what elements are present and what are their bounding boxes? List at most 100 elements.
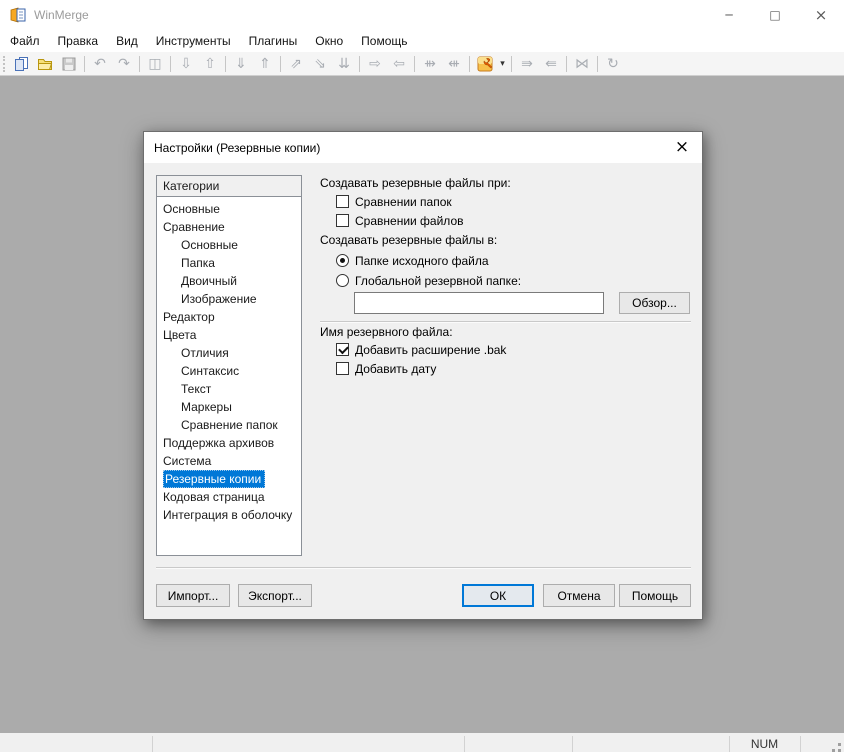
options-wrench-icon[interactable] xyxy=(473,53,497,75)
category-item[interactable]: Синтаксис xyxy=(157,362,301,380)
options-dropdown-icon[interactable]: ▾ xyxy=(497,53,508,75)
checkbox-append-date[interactable]: Добавить дату xyxy=(336,360,436,377)
category-item[interactable]: Маркеры xyxy=(157,398,301,416)
toolbar-separator xyxy=(469,56,470,72)
winmerge-app-icon xyxy=(9,6,27,24)
toolbar: ↶ ↷ ◫ ⇩ ⇧ ⇓ ⇑ ⇗ ⇘ ⇊ ⇨ ⇦ ⇻ ⇺ ▾ ⇛ ⇚ ⋈ xyxy=(0,52,844,76)
toolbar-separator xyxy=(414,56,415,72)
ok-button[interactable]: ОК xyxy=(462,584,534,607)
categories-list: Основные Сравнение Основные Папка Двоичн… xyxy=(156,196,302,556)
dialog-title: Настройки (Резервные копии) xyxy=(154,141,320,155)
category-item[interactable]: Кодовая страница xyxy=(157,488,301,506)
help-button[interactable]: Помощь xyxy=(619,584,691,607)
category-item[interactable]: Система xyxy=(157,452,301,470)
statusbar-divider xyxy=(800,736,801,752)
menu-plugins[interactable]: Плагины xyxy=(240,30,307,52)
menu-tools[interactable]: Инструменты xyxy=(147,30,240,52)
auto-merge-icon[interactable]: ⋈ xyxy=(570,53,594,75)
undo-icon[interactable]: ↶ xyxy=(88,53,112,75)
export-button[interactable]: Экспорт... xyxy=(238,584,312,607)
backup-folder-input[interactable] xyxy=(354,292,604,314)
checkbox-checked-icon xyxy=(336,343,349,356)
menu-view[interactable]: Вид xyxy=(107,30,147,52)
menubar: Файл Правка Вид Инструменты Плагины Окно… xyxy=(0,30,844,52)
num-lock-indicator: NUM xyxy=(729,737,800,751)
copy-left-advance-icon[interactable]: ⇺ xyxy=(442,53,466,75)
radio-icon xyxy=(336,274,349,287)
backup-name-label: Имя резервного файла: xyxy=(320,325,453,339)
toolbar-separator xyxy=(597,56,598,72)
statusbar-divider xyxy=(464,736,465,752)
refresh-icon[interactable]: ↻ xyxy=(601,53,625,75)
menu-edit[interactable]: Правка xyxy=(49,30,108,52)
category-item[interactable]: Основные xyxy=(157,236,301,254)
category-item[interactable]: Основные xyxy=(157,200,301,218)
cancel-button[interactable]: Отмена xyxy=(543,584,615,607)
toolbar-separator xyxy=(566,56,567,72)
category-item[interactable]: Текст xyxy=(157,380,301,398)
statusbar-divider xyxy=(152,736,153,752)
prev-conflict-icon[interactable]: ⇑ xyxy=(253,53,277,75)
minimize-icon[interactable]: ─ xyxy=(706,0,752,30)
open-folder-icon[interactable] xyxy=(33,53,57,75)
new-file-icon[interactable] xyxy=(9,53,33,75)
browse-button[interactable]: Обзор... xyxy=(619,292,690,314)
copy-all-left-icon[interactable]: ⇚ xyxy=(539,53,563,75)
checkbox-icon xyxy=(336,214,349,227)
copy-right-icon[interactable]: ⇨ xyxy=(363,53,387,75)
category-item[interactable]: Цвета xyxy=(157,326,301,344)
category-item[interactable]: Поддержка архивов xyxy=(157,434,301,452)
import-button[interactable]: Импорт... xyxy=(156,584,230,607)
category-item[interactable]: Сравнение папок xyxy=(157,416,301,434)
dialog-close-icon[interactable]: × xyxy=(667,132,697,163)
category-item[interactable]: Двоичный xyxy=(157,272,301,290)
dialog-titlebar: Настройки (Резервные копии) × xyxy=(144,132,702,163)
copy-right-advance-icon[interactable]: ⇻ xyxy=(418,53,442,75)
statusbar: NUM xyxy=(0,733,844,752)
backup-where-label: Создавать резервные файлы в: xyxy=(320,233,497,247)
checkbox-icon xyxy=(336,195,349,208)
radio-global-folder[interactable]: Глобальной резервной папке: xyxy=(336,272,521,289)
toolbar-separator xyxy=(84,56,85,72)
toolbar-separator xyxy=(225,56,226,72)
current-diff-icon[interactable]: ⇘ xyxy=(308,53,332,75)
radio-original-folder[interactable]: Папке исходного файла xyxy=(336,252,489,269)
backup-when-label: Создавать резервные файлы при: xyxy=(320,176,511,190)
options-dialog: Настройки (Резервные копии) × Категории … xyxy=(143,131,703,620)
next-conflict-icon[interactable]: ⇓ xyxy=(229,53,253,75)
checkbox-file-compare[interactable]: Сравнении файлов xyxy=(336,212,464,229)
toolbar-grip-icon[interactable] xyxy=(3,56,6,72)
first-diff-icon[interactable]: ⇗ xyxy=(284,53,308,75)
copy-left-icon[interactable]: ⇦ xyxy=(387,53,411,75)
category-item[interactable]: Интеграция в оболочку xyxy=(157,506,301,524)
prev-diff-icon[interactable]: ⇧ xyxy=(198,53,222,75)
category-item[interactable]: Редактор xyxy=(157,308,301,326)
redo-icon[interactable]: ↷ xyxy=(112,53,136,75)
checkbox-folder-compare[interactable]: Сравнении папок xyxy=(336,193,452,210)
toolbar-separator xyxy=(511,56,512,72)
close-icon[interactable]: × xyxy=(798,0,844,30)
window-title: WinMerge xyxy=(34,8,89,22)
last-diff-icon[interactable]: ⇊ xyxy=(332,53,356,75)
save-icon[interactable] xyxy=(57,53,81,75)
toolbar-separator xyxy=(359,56,360,72)
split-view-icon[interactable]: ◫ xyxy=(143,53,167,75)
category-item[interactable]: Папка xyxy=(157,254,301,272)
category-item[interactable]: Отличия xyxy=(157,344,301,362)
category-item[interactable]: Сравнение xyxy=(157,218,301,236)
next-diff-icon[interactable]: ⇩ xyxy=(174,53,198,75)
category-item-selected[interactable]: Резервные копии xyxy=(163,470,265,488)
category-item[interactable]: Изображение xyxy=(157,290,301,308)
radio-selected-icon xyxy=(336,254,349,267)
menu-help[interactable]: Помощь xyxy=(352,30,416,52)
statusbar-divider xyxy=(572,736,573,752)
maximize-icon[interactable]: □ xyxy=(752,0,798,30)
checkbox-append-bak[interactable]: Добавить расширение .bak xyxy=(336,341,506,358)
menu-window[interactable]: Окно xyxy=(306,30,352,52)
resize-grip-icon[interactable] xyxy=(829,743,841,752)
checkbox-icon xyxy=(336,362,349,375)
toolbar-separator xyxy=(280,56,281,72)
menu-file[interactable]: Файл xyxy=(1,30,49,52)
toolbar-separator xyxy=(139,56,140,72)
copy-all-right-icon[interactable]: ⇛ xyxy=(515,53,539,75)
